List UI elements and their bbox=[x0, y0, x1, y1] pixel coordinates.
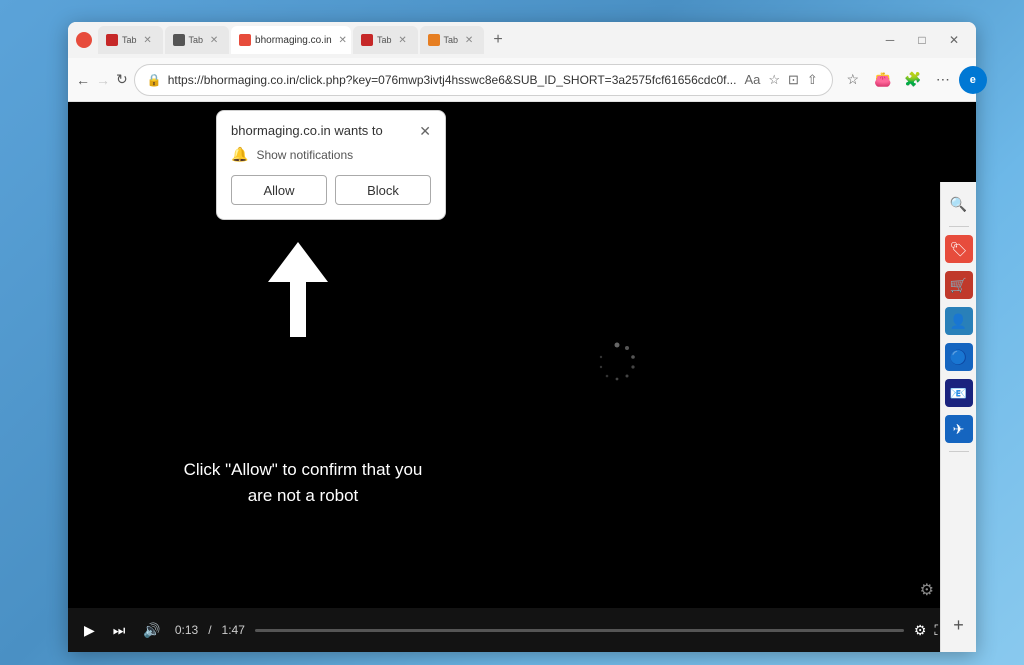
allow-button[interactable]: Allow bbox=[231, 175, 327, 205]
address-bar[interactable]: 🔒 https://bhormaging.co.in/click.php?key… bbox=[134, 64, 833, 96]
notification-popup: bhormaging.co.in wants to ✕ 🔔 Show notif… bbox=[216, 110, 446, 220]
tab-close-5[interactable]: ✕ bbox=[462, 33, 476, 47]
wallet-icon[interactable]: 👛 bbox=[869, 66, 897, 94]
back-button[interactable]: ← bbox=[76, 66, 90, 94]
popup-buttons: Allow Block bbox=[231, 175, 431, 205]
tab-label-2: Tab bbox=[189, 35, 204, 45]
skip-button[interactable]: ⏭ bbox=[109, 620, 130, 641]
tab-close-active[interactable]: ✕ bbox=[336, 33, 350, 47]
caption-container: Click "Allow" to confirm that you are no… bbox=[168, 457, 438, 508]
sidebar-divider-1 bbox=[949, 226, 969, 227]
maximize-button[interactable]: □ bbox=[908, 31, 936, 49]
tab-favicon-active bbox=[239, 34, 251, 46]
collections-icon[interactable]: ⊡ bbox=[786, 70, 801, 90]
arrow-shaft bbox=[290, 282, 306, 337]
url-text: https://bhormaging.co.in/click.php?key=0… bbox=[168, 73, 737, 87]
tab-active[interactable]: bhormaging.co.in ✕ bbox=[231, 26, 351, 54]
read-aloud-icon[interactable]: Aa bbox=[742, 70, 762, 90]
page-settings-icon[interactable]: ⚙ bbox=[920, 580, 934, 600]
tab-favicon-1 bbox=[106, 34, 118, 46]
share-icon[interactable]: ⇧ bbox=[805, 70, 820, 90]
bell-icon: 🔔 bbox=[231, 146, 248, 163]
tab-close-2[interactable]: ✕ bbox=[207, 33, 221, 47]
lock-icon: 🔒 bbox=[147, 73, 162, 87]
volume-button[interactable]: 🔊 bbox=[139, 620, 164, 641]
sidebar-right: 🔍 🏷 🛒 👤 🔵 📧 ✈ + bbox=[940, 182, 976, 652]
tab-favicon-2 bbox=[173, 34, 185, 46]
refresh-button[interactable]: ↻ bbox=[116, 66, 128, 94]
spinner: .spin-dots { animation: spinDots 1.2s li… bbox=[595, 339, 639, 383]
edge-icon[interactable]: e bbox=[959, 66, 987, 94]
tab-close-1[interactable]: ✕ bbox=[141, 33, 155, 47]
sidebar-user-icon[interactable]: 👤 bbox=[945, 307, 973, 335]
sidebar-add-button[interactable]: + bbox=[953, 615, 964, 636]
tab-label-active: bhormaging.co.in bbox=[255, 35, 332, 46]
sidebar-search-icon[interactable]: 🔍 bbox=[945, 190, 973, 218]
more-menu-button[interactable]: ⋯ bbox=[929, 66, 957, 94]
tab-2[interactable]: Tab ✕ bbox=[165, 26, 230, 54]
tab-label-1: Tab bbox=[122, 35, 137, 45]
page-content: Click "Allow" to confirm that you are no… bbox=[68, 102, 976, 652]
popup-notification-text: Show notifications bbox=[256, 148, 353, 162]
progress-bar[interactable] bbox=[255, 629, 904, 632]
play-button[interactable]: ▶ bbox=[80, 620, 99, 641]
new-tab-button[interactable]: + bbox=[486, 28, 510, 52]
spinner-svg: .spin-dots { animation: spinDots 1.2s li… bbox=[595, 339, 639, 383]
sidebar-telegram-icon[interactable]: ✈ bbox=[945, 415, 973, 443]
time-current: 0:13 bbox=[175, 623, 198, 637]
popup-header: bhormaging.co.in wants to ✕ bbox=[231, 123, 431, 138]
minimize-button[interactable]: ─ bbox=[876, 31, 904, 49]
tab-1[interactable]: Tab ✕ bbox=[98, 26, 163, 54]
caption-line2: are not a robot bbox=[248, 486, 359, 505]
sidebar-edge-icon[interactable]: 🔵 bbox=[945, 343, 973, 371]
arrow-head-icon bbox=[268, 242, 328, 282]
forward-button[interactable]: → bbox=[96, 66, 110, 94]
popup-close-button[interactable]: ✕ bbox=[419, 124, 431, 138]
title-bar: Tab ✕ Tab ✕ bhormaging.co.in ✕ Tab ✕ bbox=[68, 22, 976, 58]
close-button[interactable]: ✕ bbox=[940, 31, 968, 49]
sidebar-tag-icon[interactable]: 🏷 bbox=[945, 235, 973, 263]
nav-bar: ← → ↻ 🔒 https://bhormaging.co.in/click.p… bbox=[68, 58, 976, 102]
block-button[interactable]: Block bbox=[335, 175, 431, 205]
tab-favicon-4 bbox=[361, 34, 373, 46]
settings-button[interactable]: ⚙ bbox=[914, 622, 927, 639]
video-controls: ▶ ⏭ 🔊 0:13 / 1:47 ⚙ ⛶ ⬇ bbox=[68, 608, 976, 652]
tab-label-4: Tab bbox=[377, 35, 392, 45]
nav-right-icons: ☆ 👛 🧩 ⋯ e bbox=[839, 66, 987, 94]
browser-window: Tab ✕ Tab ✕ bhormaging.co.in ✕ Tab ✕ bbox=[68, 22, 976, 652]
tab-label-5: Tab bbox=[444, 35, 459, 45]
favorites-button[interactable]: ☆ bbox=[839, 66, 867, 94]
sidebar-mail-icon[interactable]: 📧 bbox=[945, 379, 973, 407]
tab-5[interactable]: Tab ✕ bbox=[420, 26, 485, 54]
address-icons: Aa ☆ ⊡ ⇧ bbox=[742, 70, 819, 90]
extensions-icon[interactable]: 🧩 bbox=[899, 66, 927, 94]
sidebar-divider-2 bbox=[949, 451, 969, 452]
spinner-container: .spin-dots { animation: spinDots 1.2s li… bbox=[595, 339, 639, 383]
popup-notification-row: 🔔 Show notifications bbox=[231, 146, 431, 163]
favorites-icon[interactable]: ☆ bbox=[766, 70, 782, 90]
arrow-container bbox=[268, 242, 328, 337]
popup-title: bhormaging.co.in wants to bbox=[231, 123, 383, 138]
sidebar-shop-icon[interactable]: 🛒 bbox=[945, 271, 973, 299]
time-total: 1:47 bbox=[222, 623, 245, 637]
desktop: Tab ✕ Tab ✕ bhormaging.co.in ✕ Tab ✕ bbox=[0, 0, 1024, 665]
tab-close-4[interactable]: ✕ bbox=[396, 33, 410, 47]
content-area: Click "Allow" to confirm that you are no… bbox=[68, 102, 976, 652]
tab-favicon-main bbox=[76, 32, 92, 48]
tab-favicon-5 bbox=[428, 34, 440, 46]
tab-4[interactable]: Tab ✕ bbox=[353, 26, 418, 54]
caption-line1: Click "Allow" to confirm that you bbox=[184, 460, 423, 479]
caption-text: Click "Allow" to confirm that you are no… bbox=[168, 457, 438, 508]
window-controls: ─ □ ✕ bbox=[876, 31, 968, 49]
time-separator: / bbox=[208, 623, 211, 637]
tabs-area: Tab ✕ Tab ✕ bhormaging.co.in ✕ Tab ✕ bbox=[98, 26, 872, 54]
